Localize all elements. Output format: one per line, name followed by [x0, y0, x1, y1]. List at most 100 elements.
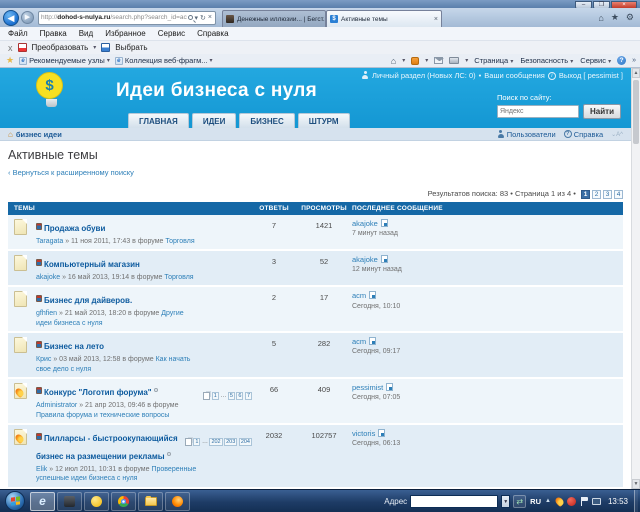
toolbar-close-icon[interactable]: x	[8, 43, 13, 53]
last-post-icon[interactable]	[386, 383, 393, 391]
your-messages-link[interactable]: Ваши сообщения	[484, 71, 545, 80]
pagination-page[interactable]: 2	[592, 190, 601, 199]
show-desktop-button[interactable]	[634, 490, 638, 512]
forward-button[interactable]: ▶	[21, 11, 34, 24]
vertical-scrollbar[interactable]: ▲ ▼	[631, 68, 640, 489]
site-nav-tab[interactable]: ШТУРМ	[298, 113, 350, 128]
tab-close-icon[interactable]: ×	[434, 16, 438, 23]
scroll-up-arrow[interactable]: ▲	[632, 68, 640, 78]
mini-page[interactable]: 204	[239, 438, 252, 446]
tray-red-icon[interactable]	[567, 497, 576, 506]
last-post-user-link[interactable]: pessimist	[352, 383, 383, 392]
topic-title-link[interactable]: Бизнес на лето	[44, 342, 104, 351]
command-button[interactable]: Безопасность ▾	[520, 56, 573, 65]
menu-item[interactable]: Справка	[197, 29, 228, 38]
favorites-item[interactable]: e Коллекция веб-фрагм... ▾	[115, 56, 213, 65]
mail-icon[interactable]	[434, 57, 443, 64]
site-nav-tab[interactable]: БИЗНЕС	[239, 113, 294, 128]
topic-forum-link[interactable]: Торговля	[165, 238, 194, 245]
topic-title-link[interactable]: Бизнес для дайверов.	[44, 296, 132, 305]
last-post-user-link[interactable]: acm	[352, 291, 366, 300]
topic-author-link[interactable]: gfhfien	[36, 310, 57, 317]
taskbar-app-button-2[interactable]	[57, 492, 82, 511]
last-post-user-link[interactable]: victoris	[352, 429, 375, 438]
chevron-down-icon[interactable]: ▾	[402, 57, 405, 64]
convert-button[interactable]: Преобразовать	[32, 43, 89, 52]
pagination-page[interactable]: 1	[581, 190, 590, 199]
last-post-icon[interactable]	[381, 255, 388, 263]
home-page-icon[interactable]: ⌂	[391, 56, 396, 66]
menu-item[interactable]: Сервис	[158, 29, 185, 38]
taskbar-app-button-3[interactable]	[84, 492, 109, 511]
refresh-icon[interactable]: ↻	[199, 14, 207, 22]
search-icon[interactable]	[188, 15, 193, 20]
mini-page[interactable]: 6	[236, 392, 243, 400]
last-post-icon[interactable]	[369, 291, 376, 299]
start-button[interactable]	[5, 491, 25, 511]
topic-author-link[interactable]: Elik	[36, 466, 47, 473]
topic-author-link[interactable]: akajoke	[36, 274, 60, 281]
favorites-bar-star-icon[interactable]: ★	[6, 55, 14, 66]
topic-author-link[interactable]: Administrator	[36, 402, 77, 409]
chevron-down-icon[interactable]: ▾	[93, 44, 96, 51]
faq-link[interactable]: Справка	[574, 130, 603, 139]
taskbar-clock[interactable]: 13:53	[608, 497, 628, 506]
last-post-user-link[interactable]: acm	[352, 337, 366, 346]
board-home-icon[interactable]: ⌂	[8, 130, 13, 139]
goto-latest-post-icon[interactable]	[36, 223, 42, 230]
last-post-icon[interactable]	[381, 219, 388, 227]
select-button[interactable]: Выбрать	[115, 43, 147, 52]
browser-tab[interactable]: $ Активные темы ×	[326, 10, 442, 27]
chevron-down-icon[interactable]: ▾	[425, 57, 428, 64]
help-icon[interactable]: ?	[617, 56, 626, 65]
action-center-flag-icon[interactable]	[580, 497, 588, 506]
site-nav-tab[interactable]: ГЛАВНАЯ	[128, 113, 189, 128]
font-size-toggle-icon[interactable]: ⌄A^	[611, 131, 623, 138]
taskbar-firefox-button[interactable]	[165, 492, 190, 511]
scrollbar-thumb[interactable]	[633, 80, 639, 144]
go-button[interactable]: ⇄	[513, 495, 526, 508]
topic-title-link[interactable]: Конкурс "Логотип форума"	[44, 388, 152, 397]
mini-page[interactable]: 5	[228, 392, 235, 400]
topic-title-link[interactable]: Компьютерный магазин	[44, 260, 140, 269]
site-logo[interactable]: $	[36, 72, 66, 114]
overflow-chevron-icon[interactable]: »	[632, 57, 636, 64]
back-button[interactable]: ◀	[3, 10, 19, 26]
address-bar[interactable]: http://dohod-s-nulya.ru/search.php?searc…	[38, 11, 216, 25]
language-indicator[interactable]: RU	[528, 497, 543, 506]
mini-page[interactable]: 1	[212, 392, 219, 400]
topic-title-link[interactable]: Пилларсы - быстроокупающийся бизнес на р…	[36, 434, 178, 461]
topic-title-link[interactable]: Продажа обуви	[44, 224, 105, 233]
site-nav-tab[interactable]: ИДЕИ	[192, 113, 237, 128]
menu-item[interactable]: Вид	[79, 29, 93, 38]
last-post-icon[interactable]	[378, 429, 385, 437]
tray-flame-icon[interactable]	[554, 495, 565, 506]
favorites-item[interactable]: e Рекомендуемые узлы ▾	[19, 56, 110, 65]
menu-item[interactable]: Избранное	[105, 29, 146, 38]
mini-page[interactable]: 7	[245, 392, 252, 400]
topic-forum-link[interactable]: Правила форума и технические вопросы	[36, 412, 169, 419]
print-icon[interactable]	[449, 57, 459, 64]
mini-page[interactable]: 203	[224, 438, 237, 446]
goto-latest-post-icon[interactable]	[36, 387, 42, 394]
stop-icon[interactable]: ×	[207, 14, 213, 21]
pagination-page[interactable]: 3	[603, 190, 612, 199]
pagination-page[interactable]: 4	[614, 190, 623, 199]
chevron-down-icon[interactable]: ▾	[465, 57, 468, 64]
mini-page[interactable]: 202	[209, 438, 222, 446]
deskband-address-input[interactable]	[410, 495, 498, 508]
mini-page[interactable]: 1	[193, 438, 200, 446]
topic-author-link[interactable]: Крис	[36, 356, 51, 363]
breadcrumb-home-link[interactable]: бизнес идеи	[16, 130, 62, 139]
command-button[interactable]: Сервис ▾	[580, 56, 611, 65]
rss-icon[interactable]	[411, 57, 419, 65]
topic-forum-link[interactable]: Торговля	[164, 274, 193, 281]
browser-tab[interactable]: Денежные иллюзии... | Бегст... ×	[222, 10, 326, 27]
taskbar-explorer-button[interactable]	[138, 492, 163, 511]
address-dropdown-icon[interactable]: ▼	[501, 495, 510, 508]
last-post-icon[interactable]	[369, 337, 376, 345]
goto-latest-post-icon[interactable]	[36, 295, 42, 302]
menu-item[interactable]: Правка	[40, 29, 67, 38]
last-post-user-link[interactable]: akajoke	[352, 219, 378, 228]
personal-section-link[interactable]: Личный раздел (Новых ЛС: 0)	[372, 71, 476, 80]
